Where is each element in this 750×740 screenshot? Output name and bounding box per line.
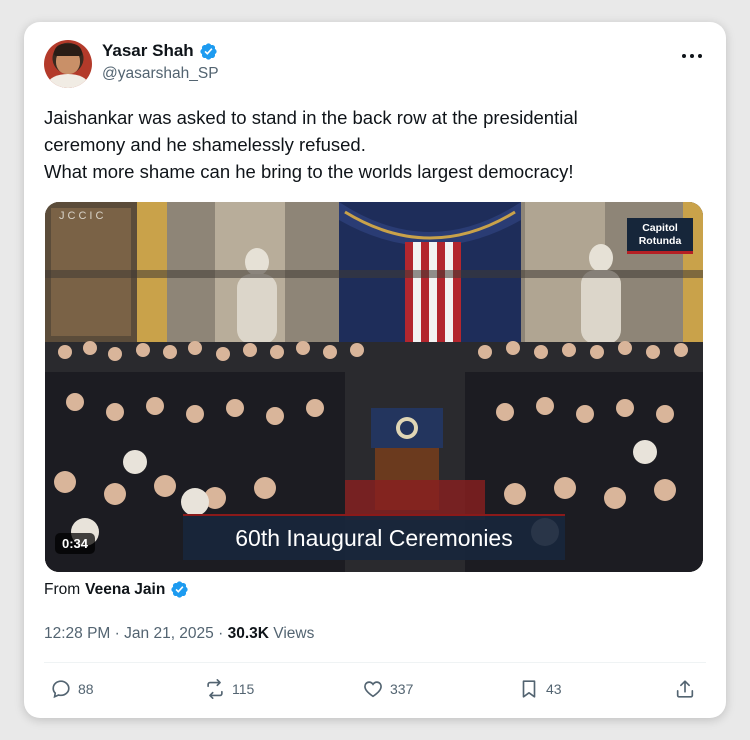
action-bar: 88 115 337 43 [24,678,726,704]
meta-separator: · [114,625,120,642]
bookmark-count: 43 [546,681,562,697]
like-button[interactable]: 337 [362,678,413,700]
video-source: From Veena Jain [44,580,189,599]
location-tag-line: Capitol [642,222,678,234]
video-player[interactable]: JCCIC Capitol Rotunda 60th Inaugural Cer… [45,202,703,572]
tweet-time[interactable]: 12:28 PM [44,625,110,642]
tweet-text-line: What more shame can he bring to the worl… [44,161,574,182]
bookmark-icon [522,680,536,698]
views-label: Views [273,625,315,642]
avatar[interactable] [44,40,92,88]
broadcaster-logo: JCCIC [59,210,107,222]
location-tag: Capitol Rotunda [627,218,693,254]
meta-separator: · [218,625,224,642]
repost-button[interactable]: 115 [204,678,254,700]
tweet-date[interactable]: Jan 21, 2025 [124,625,214,642]
tweet-text-line: Jaishankar was asked to stand in the bac… [44,107,578,128]
divider [44,662,706,663]
tweet-card: Yasar Shah @yasarshah_SP Jaishankar was … [24,22,726,718]
author-display-name[interactable]: Yasar Shah [102,41,194,61]
more-options-icon[interactable] [680,46,704,66]
verified-badge-icon [171,581,188,598]
tweet-header: Yasar Shah @yasarshah_SP [44,40,706,92]
heart-icon [364,681,382,698]
tweet-text: Jaishankar was asked to stand in the bac… [44,104,704,185]
reply-count: 88 [78,681,94,697]
repost-icon [207,679,223,699]
like-count: 337 [390,681,414,697]
location-tag-line: Rotunda [638,235,682,247]
video-duration-badge: 0:34 [55,533,96,554]
author-handle[interactable]: @yasarshah_SP [102,65,219,83]
repost-count: 115 [232,681,255,697]
tweet-meta: 12:28 PM · Jan 21, 2025 · 30.3K Views [44,625,314,643]
source-prefix: From [44,580,81,598]
share-icon [676,680,694,698]
tweet-text-line: ceremony and he shamelessly refused. [44,134,366,155]
author-name-row: Yasar Shah [102,41,218,61]
views-count: 30.3K [227,625,269,642]
share-button[interactable] [674,678,696,700]
reply-button[interactable]: 88 [50,678,94,700]
bookmark-button[interactable]: 43 [518,678,562,700]
verified-badge-icon [200,42,217,60]
video-lower-third: 60th Inaugural Ceremonies [183,514,565,560]
reply-icon [52,680,70,699]
source-name[interactable]: Veena Jain [85,581,165,599]
